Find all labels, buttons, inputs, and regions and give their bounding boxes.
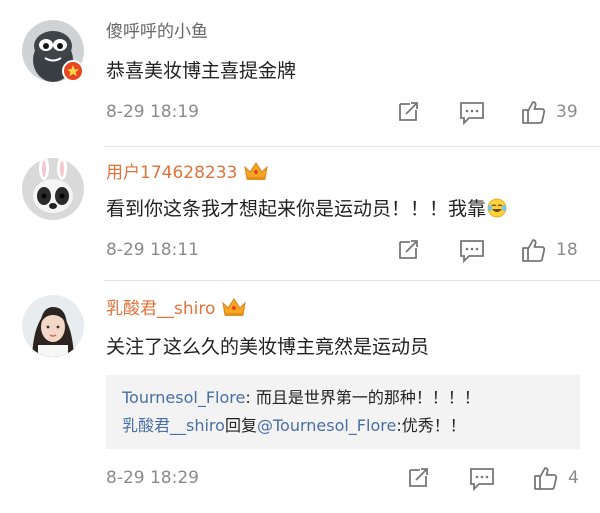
reply-separator: : (245, 388, 256, 407)
comment-time: 8-29 18:19 (106, 102, 199, 122)
reply-text: 优秀！！ (401, 416, 466, 435)
comment-1: 傻呼呼的小鱼 恭喜美妆博主喜提金牌 8-29 18:19 39 (0, 0, 600, 150)
comment-text: 关注了这么久的美妆博主竟然是运动员 (106, 336, 430, 358)
avatar[interactable] (22, 295, 84, 357)
laughing-tears-icon (487, 198, 507, 225)
comment-2: 用户174628233 看到你这条我才想起来你是运动员！！！我靠 8-29 18… (0, 147, 600, 287)
reply-username[interactable]: Tournesol_Flore (122, 388, 245, 407)
reply-mention[interactable]: @Tournesol_Flore (257, 416, 396, 435)
like-count: 39 (556, 102, 578, 122)
forward-icon[interactable] (396, 100, 420, 124)
comment-3: 乳酸君__shiro 关注了这么久的美妆博主竟然是运动员 Tournesol_F… (0, 281, 600, 513)
avatar-image (22, 295, 84, 357)
reply-text: 而且是世界第一的那种！！！！ (255, 388, 480, 407)
like-icon[interactable] (532, 465, 558, 491)
reply-box[interactable]: Tournesol_Flore: 而且是世界第一的那种！！！！ 乳酸君__shi… (106, 375, 580, 449)
comment-icon[interactable] (459, 101, 485, 125)
like-icon[interactable] (520, 99, 546, 125)
comment-time: 8-29 18:11 (106, 240, 199, 260)
reply-verb: 回复 (224, 416, 257, 435)
vip-crown-icon (243, 161, 269, 187)
comment-icon[interactable] (459, 239, 485, 263)
comment-username[interactable]: 乳酸君__shiro (106, 297, 247, 323)
comment-text: 恭喜美妆博主喜提金牌 (106, 60, 297, 82)
avatar[interactable] (22, 158, 84, 220)
comment-username-text: 乳酸君__shiro (106, 299, 216, 319)
like-icon[interactable] (520, 237, 546, 263)
reply-item: Tournesol_Flore: 而且是世界第一的那种！！！！ (122, 384, 564, 412)
avatar-image (22, 158, 84, 220)
like-count: 4 (568, 468, 579, 488)
vip-crown-icon (221, 297, 247, 323)
comment-username[interactable]: 用户174628233 (106, 161, 269, 187)
verified-badge-icon (62, 60, 84, 82)
comment-username-text: 用户174628233 (106, 163, 238, 183)
comment-time: 8-29 18:29 (106, 468, 199, 488)
like-count: 18 (556, 240, 578, 260)
comment-text-content: 看到你这条我才想起来你是运动员！！！我靠 (106, 198, 487, 220)
comment-text: 看到你这条我才想起来你是运动员！！！我靠 (106, 196, 507, 225)
forward-icon[interactable] (406, 466, 430, 490)
comment-username[interactable]: 傻呼呼的小鱼 (106, 21, 208, 43)
comment-icon[interactable] (469, 467, 495, 491)
forward-icon[interactable] (396, 238, 420, 262)
reply-item: 乳酸君__shiro回复@Tournesol_Flore:优秀！！ (122, 412, 564, 440)
reply-username[interactable]: 乳酸君__shiro (122, 416, 225, 435)
